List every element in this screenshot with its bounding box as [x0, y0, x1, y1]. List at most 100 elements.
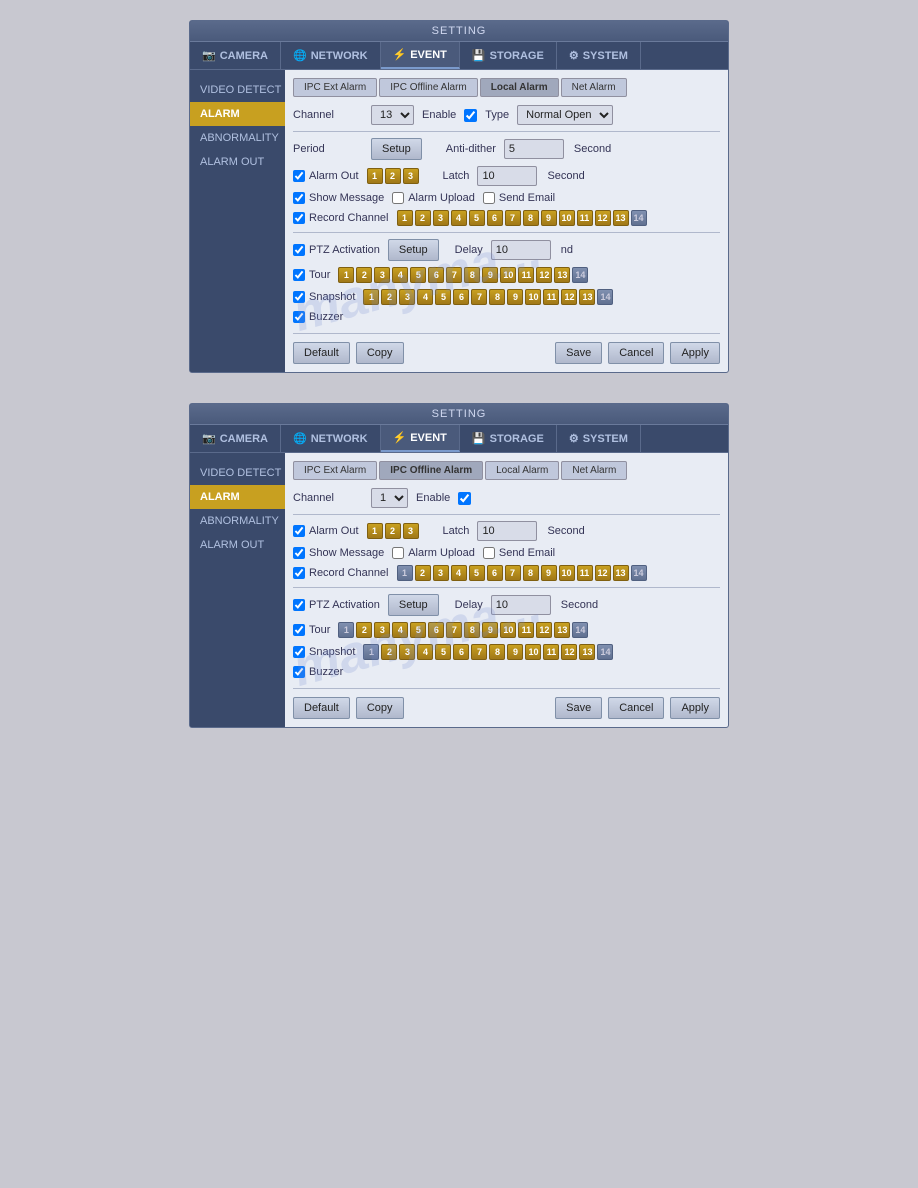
cancel-btn-1[interactable]: Cancel: [608, 342, 664, 364]
enable-checkbox-2[interactable]: [458, 492, 471, 505]
delay-input-1[interactable]: [491, 240, 551, 260]
ptz-setup-btn-2[interactable]: Setup: [388, 594, 439, 616]
snapshot-channels-2: 1 2 3 4 5 6 7 8 9 10 11 12 13 14: [363, 644, 613, 660]
anti-dither-input-1[interactable]: [504, 139, 564, 159]
alarm-tab-ipc-ext-2[interactable]: IPC Ext Alarm: [293, 461, 377, 480]
tour-checkbox-2[interactable]: [293, 624, 305, 636]
second-label-1b: Second: [547, 170, 584, 182]
divider-2a: [293, 514, 720, 515]
alarm-out-checkbox-row-1: Alarm Out: [293, 170, 359, 182]
tab-event-2[interactable]: ⚡ EVENT: [381, 425, 460, 452]
default-btn-1[interactable]: Default: [293, 342, 350, 364]
period-label-1: Period: [293, 143, 363, 155]
buzzer-checkbox-1[interactable]: [293, 311, 305, 323]
sidebar-item-alarm-out-2[interactable]: ALARM OUT: [190, 533, 285, 557]
send-email-checkbox-1[interactable]: [483, 192, 495, 204]
alarm-tab-local-2[interactable]: Local Alarm: [485, 461, 559, 480]
type-label-1: Type: [485, 109, 509, 121]
alarm-tab-ipc-offline-2[interactable]: IPC Offline Alarm: [379, 461, 483, 480]
show-message-checkbox-1[interactable]: [293, 192, 305, 204]
show-message-row-1: Show Message: [293, 192, 384, 204]
type-select-1[interactable]: Normal Open: [517, 105, 613, 125]
setting-panel-2: SETTING 📷 CAMERA 🌐 NETWORK ⚡ EVENT 💾 STO…: [189, 403, 729, 728]
save-btn-1[interactable]: Save: [555, 342, 602, 364]
alarm-tab-net-1[interactable]: Net Alarm: [561, 78, 627, 97]
snapshot-row-2: Snapshot 1 2 3 4 5 6 7 8 9 10 11 12 13 1…: [293, 644, 720, 660]
latch-input-2[interactable]: [477, 521, 537, 541]
divider-1a: [293, 131, 720, 132]
send-email-checkbox-2[interactable]: [483, 547, 495, 559]
alarm-tabs-1: IPC Ext Alarm IPC Offline Alarm Local Al…: [293, 78, 720, 97]
delay-input-2[interactable]: [491, 595, 551, 615]
alarm-tab-local-1[interactable]: Local Alarm: [480, 78, 559, 97]
tab-camera-2[interactable]: 📷 CAMERA: [190, 425, 281, 452]
record-channel-checkbox-row-1: Record Channel: [293, 212, 389, 224]
sidebar-item-alarm-1[interactable]: ALARM: [190, 102, 285, 126]
alarm-upload-checkbox-2[interactable]: [392, 547, 404, 559]
tab-network-2[interactable]: 🌐 NETWORK: [281, 425, 381, 452]
ptz-activation-checkbox-1[interactable]: [293, 244, 305, 256]
snapshot-checkbox-2[interactable]: [293, 646, 305, 658]
delay-label-2: Delay: [455, 599, 483, 611]
alarm-tab-ipc-offline-1[interactable]: IPC Offline Alarm: [379, 78, 478, 97]
ptz-row-1: PTZ Activation Setup Delay nd: [293, 239, 720, 261]
cancel-btn-2[interactable]: Cancel: [608, 697, 664, 719]
tab-system-1[interactable]: ⚙ SYSTEM: [557, 42, 641, 69]
network-icon-1: 🌐: [293, 49, 307, 62]
tab-event-1[interactable]: ⚡ EVENT: [381, 42, 460, 69]
ptz-row-2: PTZ Activation Setup Delay Second: [293, 594, 720, 616]
enable-checkbox-1[interactable]: [464, 109, 477, 122]
sidebar-item-abnormality-2[interactable]: ABNORMALITY: [190, 509, 285, 533]
ch-num-1: 1: [367, 168, 383, 184]
ch-num-3: 3: [403, 168, 419, 184]
ptz-setup-btn-1[interactable]: Setup: [388, 239, 439, 261]
tab-storage-2[interactable]: 💾 STORAGE: [460, 425, 557, 452]
tab-camera-1[interactable]: 📷 CAMERA: [190, 42, 281, 69]
buzzer-checkbox-row-2: Buzzer: [293, 666, 343, 678]
snapshot-checkbox-1[interactable]: [293, 291, 305, 303]
alarm-out-checkbox-2[interactable]: [293, 525, 305, 537]
tour-checkbox-1[interactable]: [293, 269, 305, 281]
panel-title-1: SETTING: [190, 21, 728, 42]
tab-system-2[interactable]: ⚙ SYSTEM: [557, 425, 641, 452]
alarm-out-checkbox-1[interactable]: [293, 170, 305, 182]
sidebar-item-abnormality-1[interactable]: ABNORMALITY: [190, 126, 285, 150]
copy-btn-2[interactable]: Copy: [356, 697, 404, 719]
alarm-tab-net-2[interactable]: Net Alarm: [561, 461, 627, 480]
sidebar-1: VIDEO DETECT ALARM ABNORMALITY ALARM OUT: [190, 70, 285, 372]
tab-bar-1: 📷 CAMERA 🌐 NETWORK ⚡ EVENT 💾 STORAGE ⚙ S…: [190, 42, 728, 70]
sidebar-item-video-detect-2[interactable]: VIDEO DETECT: [190, 461, 285, 485]
enable-label-1: Enable: [422, 109, 456, 121]
alarm-tabs-2: IPC Ext Alarm IPC Offline Alarm Local Al…: [293, 461, 720, 480]
sidebar-item-alarm-2[interactable]: ALARM: [190, 485, 285, 509]
copy-btn-1[interactable]: Copy: [356, 342, 404, 364]
second-label-2a: Second: [547, 525, 584, 537]
snapshot-checkbox-row-2: Snapshot: [293, 646, 355, 658]
ptz-activation-checkbox-2[interactable]: [293, 599, 305, 611]
tab-storage-1[interactable]: 💾 STORAGE: [460, 42, 557, 69]
default-btn-2[interactable]: Default: [293, 697, 350, 719]
alarm-out-row-2: Alarm Out 1 2 3 Latch Second: [293, 521, 720, 541]
delay-label-1: Delay: [455, 244, 483, 256]
setup-btn-period-1[interactable]: Setup: [371, 138, 422, 160]
sidebar-item-alarm-out-1[interactable]: ALARM OUT: [190, 150, 285, 174]
latch-input-1[interactable]: [477, 166, 537, 186]
channel-select-2[interactable]: 1: [371, 488, 408, 508]
record-channel-checkbox-2[interactable]: [293, 567, 305, 579]
alarm-out-channels-1: 1 2 3: [367, 168, 419, 184]
buzzer-checkbox-2[interactable]: [293, 666, 305, 678]
save-btn-2[interactable]: Save: [555, 697, 602, 719]
alarm-tab-ipc-ext-1[interactable]: IPC Ext Alarm: [293, 78, 377, 97]
tour-checkbox-row-2: Tour: [293, 624, 330, 636]
alarm-upload-checkbox-1[interactable]: [392, 192, 404, 204]
tab-network-1[interactable]: 🌐 NETWORK: [281, 42, 381, 69]
apply-btn-1[interactable]: Apply: [670, 342, 720, 364]
network-icon-2: 🌐: [293, 432, 307, 445]
sidebar-item-video-detect-1[interactable]: VIDEO DETECT: [190, 78, 285, 102]
channel-select-1[interactable]: 13: [371, 105, 414, 125]
show-message-checkbox-2[interactable]: [293, 547, 305, 559]
footer-row-1: Default Copy Save Cancel Apply: [293, 333, 720, 364]
apply-btn-2[interactable]: Apply: [670, 697, 720, 719]
enable-label-2: Enable: [416, 492, 450, 504]
record-channel-checkbox-1[interactable]: [293, 212, 305, 224]
